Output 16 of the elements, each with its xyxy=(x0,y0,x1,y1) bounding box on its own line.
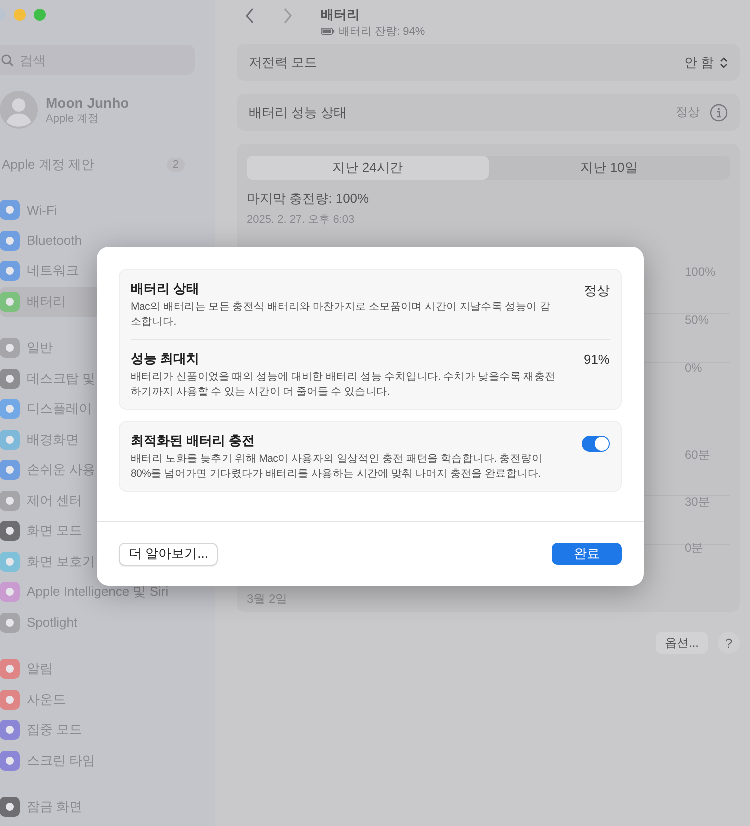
setting-row: 배터리 성능 상태 정상 xyxy=(237,94,740,131)
setting-row: 저전력 모드 안 함 xyxy=(237,44,740,81)
page-title: 배터리 xyxy=(321,6,361,24)
setting-description: 배터리 노화를 늦추기 위해 Mac이 사용자의 일상적인 충전 패턴을 학습합니다. 충전량이 80%를 넘어가면 기다렸다가 배터리를 사용하는 시간에 맞춰 나머지 충전을 완료합니다. xyxy=(131,452,544,482)
setting-description: 배터리가 신품이었을 때의 성능에 대비한 배터리 성능 수치입니다. 수치가 낮을수록 재충전하기까지 사용할 수 있는 시간이 더 줄어들 수 있습니다. xyxy=(131,370,556,400)
account-subtitle: Apple 계정 xyxy=(46,112,100,126)
account-name: Moon Junho xyxy=(46,94,130,110)
setting-value: 91% xyxy=(584,352,610,367)
setting-title: 배터리 상태 xyxy=(131,280,201,298)
last-charge-time: 2025. 2. 27. 오후 6:03 xyxy=(247,213,356,227)
last-charge-text: 마지막 충전량: 100% xyxy=(247,190,370,208)
setting-description: Mac의 배터리는 모든 충전식 배터리와 마찬가지로 소모품이며 시간이 지날수록 성능이 감소합니다. xyxy=(131,300,552,330)
battery-level-text: 배터리 잔량: 94% xyxy=(339,25,426,39)
setting-value: 정상 xyxy=(584,282,610,300)
setting-title: 최적화된 배터리 충전 xyxy=(131,432,256,450)
setting-title: 성능 최대치 xyxy=(131,350,201,368)
